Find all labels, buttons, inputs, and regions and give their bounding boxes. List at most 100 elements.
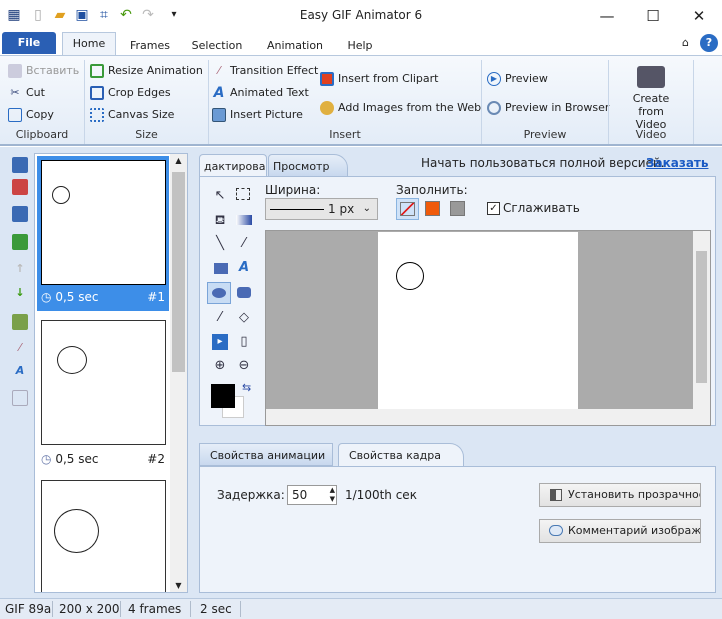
picture-icon (212, 108, 226, 122)
insert-blank-frame-icon[interactable] (12, 234, 28, 250)
smooth-checkbox[interactable]: ✓ (487, 202, 500, 215)
preview-label: Preview (505, 72, 548, 85)
paste-button[interactable]: Вставить (8, 62, 79, 80)
frame-item[interactable]: ◷ 0,5 sec #2 (37, 316, 169, 471)
tab-frame-properties[interactable]: Свойства кадра (338, 443, 464, 466)
frames-list[interactable]: ◷ 0,5 sec #1 ◷ 0,5 sec #2 (34, 153, 188, 593)
swap-colors-icon[interactable]: ⇆ (242, 381, 251, 394)
animated-text-button[interactable]: A Animated Text (212, 84, 309, 102)
canvas-size-button[interactable]: Canvas Size (90, 106, 174, 124)
frame-item[interactable] (37, 476, 169, 592)
transition-wand-icon[interactable]: ⁄ (12, 341, 28, 357)
zoom-in-icon[interactable]: ⊕ (212, 358, 228, 374)
crop-label: Crop Edges (108, 86, 171, 99)
rounded-rect-icon[interactable] (237, 287, 251, 298)
properties-icon[interactable] (12, 390, 28, 406)
fill-color-button[interactable] (425, 201, 440, 216)
delay-label: Задержка: (217, 488, 285, 502)
insert-clipart-button[interactable]: Insert from Clipart (320, 70, 439, 88)
resize-animation-button[interactable]: Resize Animation (90, 62, 203, 80)
add-frame-icon[interactable] (12, 157, 28, 173)
frame-item-selected[interactable]: ◷ 0,5 sec #1 (37, 156, 169, 311)
ellipse-tool-selected[interactable] (207, 282, 231, 304)
duplicate-frame-icon[interactable] (12, 206, 28, 222)
frames-scrollbar[interactable]: ▲ ▼ (170, 154, 187, 592)
transparency-icon (550, 489, 562, 501)
crop-edges-button[interactable]: Crop Edges (90, 84, 171, 102)
rectangle-icon[interactable] (214, 263, 228, 274)
tab-preview[interactable]: Просмотр (268, 154, 348, 177)
edit-image-icon[interactable] (12, 314, 28, 330)
file-tab[interactable]: File (2, 32, 56, 54)
canvas-hscrollbar[interactable] (266, 409, 710, 425)
move-down-icon[interactable]: ↓ (12, 286, 28, 302)
rect-select-icon[interactable] (236, 188, 250, 200)
canvas-label: Canvas Size (108, 108, 175, 121)
preview-browser-button[interactable]: Preview in Browser (487, 99, 609, 117)
brush-icon[interactable]: ⁄ (236, 236, 252, 252)
preview-button[interactable]: ▶ Preview (487, 70, 548, 88)
circle-shape[interactable] (396, 262, 424, 290)
copy-button[interactable]: Copy (8, 106, 54, 124)
comment-label: Комментарий изображ (568, 524, 701, 537)
tab-animation[interactable]: Animation (258, 36, 332, 56)
canvas-area[interactable] (265, 230, 711, 426)
scissors-icon: ✂ (10, 86, 20, 99)
tab-help[interactable]: Help (340, 36, 380, 56)
collapse-ribbon-icon[interactable]: ⌂ (682, 36, 689, 49)
canvas[interactable] (378, 232, 578, 412)
zoom-out-icon[interactable]: ⊖ (236, 358, 252, 374)
delay-unit: 1/100th сек (345, 488, 417, 502)
text-icon[interactable]: A (12, 364, 28, 380)
delay-spinner[interactable]: 50 ▲ ▼ (287, 485, 337, 505)
width-dropdown[interactable]: 1 px ⌄ (265, 198, 378, 220)
close-button[interactable]: ✕ (676, 4, 722, 28)
delete-frame-icon[interactable] (12, 179, 28, 195)
spray-icon[interactable]: ▯ (236, 334, 252, 350)
group-label-video: Video (635, 128, 667, 141)
play-icon: ▶ (487, 72, 501, 86)
group-label-size: Size (135, 128, 158, 141)
paint-bucket-icon[interactable]: ⛾ (212, 213, 228, 229)
group-label-insert: Insert (329, 128, 361, 141)
minimize-button[interactable]: — (584, 4, 630, 28)
resize-icon (90, 64, 104, 78)
cut-button[interactable]: ✂ Cut (8, 84, 45, 102)
spinner-arrows-icon[interactable]: ▲ ▼ (330, 486, 335, 504)
help-button[interactable]: ? (700, 34, 718, 52)
clock-icon: ◷ (41, 452, 52, 466)
foreground-color-swatch[interactable] (211, 384, 235, 408)
order-link[interactable]: Заказать (646, 156, 708, 170)
set-transparency-button[interactable]: Установить прозрачнос (539, 483, 701, 507)
tab-frames[interactable]: Frames (122, 36, 178, 56)
line-icon[interactable]: ╲ (212, 236, 228, 252)
text-tool-icon[interactable]: A (236, 260, 252, 276)
maximize-button[interactable]: ☐ (630, 4, 676, 28)
resize-label: Resize Animation (108, 64, 203, 77)
tab-selection[interactable]: Selection (184, 36, 250, 56)
fill-none-button[interactable] (396, 198, 419, 220)
canvas-vscrollbar[interactable] (693, 231, 710, 409)
status-size: 200 x 200 (59, 602, 120, 616)
fill-gray-button[interactable] (450, 201, 465, 216)
add-images-web-button[interactable]: Add Images from the Web (320, 99, 481, 117)
tab-edit[interactable]: дактирова (199, 154, 267, 177)
create-from-video-button[interactable]: Create from Video (612, 62, 690, 131)
pointer-icon[interactable]: ↖ (212, 188, 228, 204)
create-video-label: Create from Video (632, 92, 670, 131)
insert-picture-button[interactable]: Insert Picture (212, 106, 303, 124)
resize-tool-icon[interactable]: ▸ (212, 334, 228, 350)
no-fill-icon (400, 202, 415, 216)
paste-label: Вставить (26, 64, 80, 77)
tab-home[interactable]: Home (62, 32, 116, 56)
image-comment-button[interactable]: Комментарий изображ (539, 519, 701, 543)
frame-delay: 0,5 sec (55, 452, 99, 466)
eraser-icon[interactable]: ◇ (236, 310, 252, 326)
transition-effect-button[interactable]: ⁄ Transition Effect (212, 62, 318, 80)
preview-browser-label: Preview in Browser (505, 101, 610, 114)
tab-animation-properties[interactable]: Свойства анимации (199, 443, 333, 466)
gradient-icon[interactable] (236, 215, 252, 225)
eyedropper-icon[interactable]: ⁄ (212, 310, 228, 326)
move-up-icon[interactable]: ↑ (12, 262, 28, 278)
clipart-icon (320, 72, 334, 86)
